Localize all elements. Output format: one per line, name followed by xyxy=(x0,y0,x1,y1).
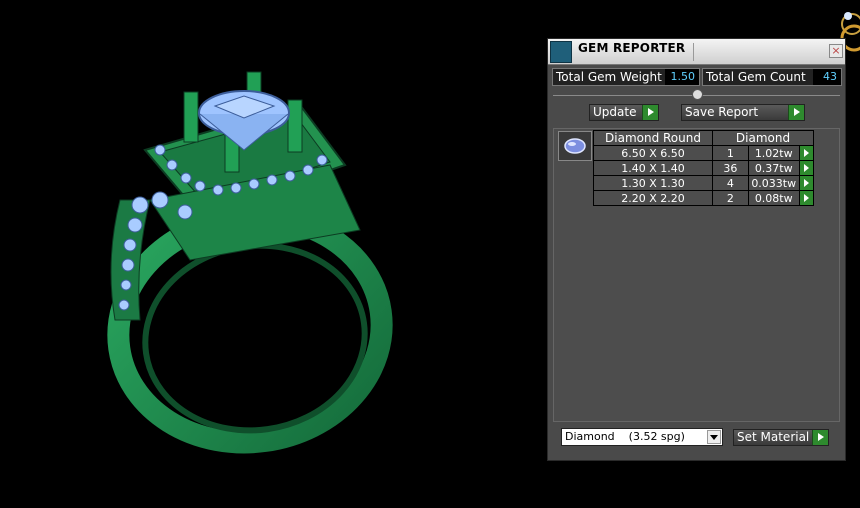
ring-model[interactable] xyxy=(0,0,540,504)
gem-list-area: Diamond Round Diamond 6.50 X 6.50 1 1.02… xyxy=(553,128,840,422)
close-button[interactable]: × xyxy=(829,44,843,58)
total-weight-value: 1.50 xyxy=(665,69,699,85)
gem-size-cell: 6.50 X 6.50 xyxy=(593,145,713,161)
total-weight-label: Total Gem Weight xyxy=(556,70,662,84)
chevron-down-icon[interactable] xyxy=(707,430,721,444)
update-button[interactable]: Update xyxy=(589,104,659,121)
table-row[interactable]: 6.50 X 6.50 1 1.02tw xyxy=(593,145,815,161)
gem-count-cell: 4 xyxy=(712,175,749,191)
gem-size-cell: 1.40 X 1.40 xyxy=(593,160,713,176)
row-go-button[interactable] xyxy=(798,145,815,161)
column-header[interactable]: Diamond xyxy=(712,130,814,146)
total-count-value: 43 xyxy=(813,69,841,85)
set-material-label: Set Material xyxy=(737,430,810,444)
material-select-value: Diamond (3.52 spg) xyxy=(565,430,685,443)
gem-count-cell: 1 xyxy=(712,145,749,161)
gem-table: Diamond Round Diamond 6.50 X 6.50 1 1.02… xyxy=(593,130,815,206)
panel-title: GEM REPORTER xyxy=(578,41,686,55)
row-go-button[interactable] xyxy=(798,190,815,206)
gem-count-cell: 2 xyxy=(712,190,749,206)
row-go-button[interactable] xyxy=(798,160,815,176)
gem-weight-cell: 0.08tw xyxy=(747,190,800,206)
save-report-label: Save Report xyxy=(685,105,759,119)
table-row[interactable]: 2.20 X 2.20 2 0.08tw xyxy=(593,190,815,206)
table-row[interactable]: 1.40 X 1.40 36 0.37tw xyxy=(593,160,815,176)
table-header-row: Diamond Round Diamond xyxy=(593,130,814,146)
update-play-icon xyxy=(642,105,658,120)
3d-viewport[interactable] xyxy=(0,0,540,504)
gem-thumbnail-icon[interactable] xyxy=(558,131,592,161)
title-bar[interactable]: GEM REPORTER × xyxy=(548,39,845,65)
table-row[interactable]: 1.30 X 1.30 4 0.033tw xyxy=(593,175,815,191)
total-count-label: Total Gem Count xyxy=(706,70,806,84)
splitter-handle[interactable] xyxy=(692,89,703,100)
total-weight-box: Total Gem Weight 1.50 xyxy=(552,68,700,86)
set-material-button[interactable]: Set Material xyxy=(733,429,829,446)
save-report-button[interactable]: Save Report xyxy=(681,104,805,121)
gem-weight-cell: 1.02tw xyxy=(747,145,800,161)
gem-size-cell: 1.30 X 1.30 xyxy=(593,175,713,191)
gem-count-cell: 36 xyxy=(712,160,749,176)
material-select[interactable]: Diamond (3.52 spg) xyxy=(561,428,723,446)
gem-thumbnail-drawing xyxy=(564,138,586,154)
column-header[interactable]: Diamond Round xyxy=(593,130,713,146)
gem-reporter-panel: GEM REPORTER × Total Gem Weight 1.50 Tot… xyxy=(547,38,846,461)
update-label: Update xyxy=(593,105,637,119)
total-count-box: Total Gem Count 43 xyxy=(702,68,842,86)
gem-weight-cell: 0.033tw xyxy=(747,175,800,191)
gem-reporter-app-icon xyxy=(550,41,572,63)
save-report-play-icon xyxy=(788,105,804,120)
set-material-play-icon xyxy=(812,430,828,445)
gem-size-cell: 2.20 X 2.20 xyxy=(593,190,713,206)
row-go-button[interactable] xyxy=(798,175,815,191)
title-divider xyxy=(693,43,694,61)
gem-weight-cell: 0.37tw xyxy=(747,160,800,176)
